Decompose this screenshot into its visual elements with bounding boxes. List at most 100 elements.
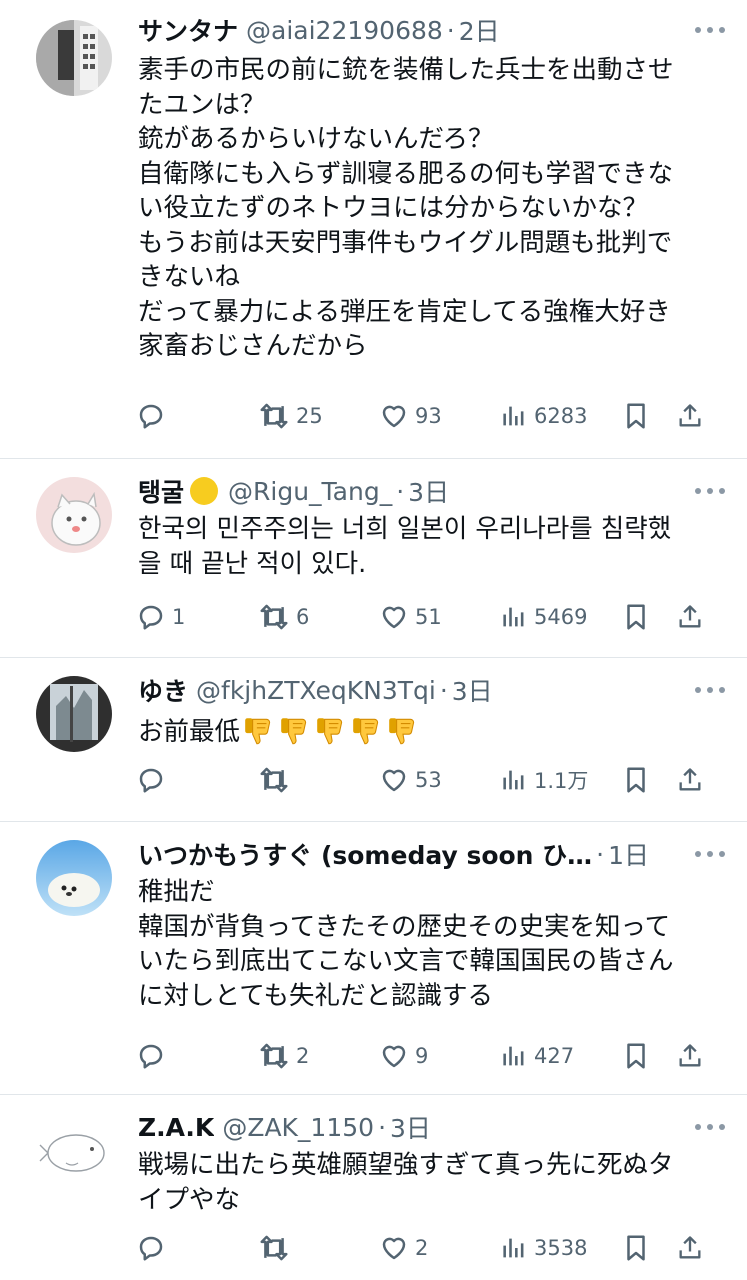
thumbs-down-emoji (281, 718, 307, 745)
retweet-icon (260, 767, 288, 793)
share-button[interactable] (676, 760, 704, 800)
views-icon (503, 406, 524, 426)
action-bar: 2 9 427 (136, 1036, 716, 1076)
bookmark-icon (627, 1043, 645, 1069)
share-icon (679, 768, 701, 791)
more-icon[interactable] (695, 1117, 725, 1137)
views-icon (503, 770, 524, 790)
timestamp[interactable]: 3日 (390, 1109, 431, 1145)
thumbs-down-emoji (317, 718, 343, 745)
like-count: 9 (415, 1044, 429, 1068)
action-bar: 25 93 6283 (136, 396, 716, 436)
avatar[interactable] (36, 1113, 112, 1189)
share-button[interactable] (676, 1036, 704, 1076)
bookmark-button[interactable] (623, 1228, 649, 1268)
handle[interactable]: @fkjhZTXeqKN3Tqi (196, 676, 436, 705)
bookmark-button[interactable] (623, 760, 649, 800)
avatar[interactable] (36, 840, 112, 916)
views-button[interactable]: 5469 (500, 597, 587, 637)
views-button[interactable]: 6283 (500, 396, 587, 436)
views-icon (503, 1046, 524, 1066)
more-icon[interactable] (695, 680, 725, 700)
retweet-icon (260, 1235, 288, 1261)
retweet-icon (260, 604, 288, 630)
like-count: 51 (415, 605, 442, 629)
bookmark-button[interactable] (623, 396, 649, 436)
share-button[interactable] (676, 597, 704, 637)
like-count: 93 (415, 404, 442, 428)
display-name[interactable]: Z.A.K (138, 1113, 214, 1142)
views-button[interactable]: 1.1万 (500, 760, 588, 800)
like-button[interactable]: 2 (379, 1228, 428, 1268)
avatar[interactable] (36, 477, 112, 553)
like-button[interactable]: 51 (379, 597, 442, 637)
reply-button[interactable]: 1 (136, 597, 185, 637)
display-name[interactable]: ゆき (138, 672, 188, 708)
display-name[interactable]: 탱굴 (138, 473, 184, 509)
reply-icon (139, 1044, 163, 1069)
retweet-button[interactable]: 2 (258, 1036, 309, 1076)
timestamp[interactable]: 2日 (459, 12, 500, 48)
share-button[interactable] (676, 396, 704, 436)
more-icon[interactable] (695, 20, 725, 40)
retweet-button[interactable] (258, 760, 296, 800)
reply-button[interactable] (136, 1036, 172, 1076)
tweet[interactable]: Z.A.K @ZAK_1150 · 3日 戦場に出たら英雄願望強すぎて真っ先に死… (0, 1095, 747, 1280)
retweet-button[interactable]: 6 (258, 597, 309, 637)
like-button[interactable]: 9 (379, 1036, 428, 1076)
views-icon (503, 1238, 524, 1258)
action-bar: 1 6 51 5469 (136, 597, 716, 637)
tweet[interactable]: いつかもうすぐ (someday soon ひ… · 1日 稚拙だ 韓国が背負っ… (0, 822, 747, 1094)
reply-icon (139, 768, 163, 793)
reply-count: 1 (172, 605, 186, 629)
tweet-text: お前最低 (138, 714, 718, 750)
views-button[interactable]: 427 (500, 1036, 574, 1076)
reply-button[interactable] (136, 760, 172, 800)
thumbs-down-emoji (245, 718, 271, 745)
timestamp[interactable]: 3日 (408, 473, 449, 509)
thumbs-down-emoji (389, 718, 415, 745)
like-button[interactable]: 93 (379, 396, 442, 436)
view-count: 6283 (534, 404, 588, 428)
timestamp[interactable]: 3日 (452, 672, 493, 708)
more-icon[interactable] (695, 481, 725, 501)
retweet-button[interactable] (258, 1228, 296, 1268)
like-icon (382, 606, 406, 629)
share-icon (679, 1236, 701, 1259)
bookmark-icon (627, 1235, 645, 1261)
yellow-circle-emoji (190, 477, 219, 505)
tweet[interactable]: 탱굴 @Rigu_Tang_ · 3日 한국의 민주주의는 너희 일본이 우리나… (0, 459, 747, 657)
tweet[interactable]: ゆき @fkjhZTXeqKN3Tqi · 3日 お前最低 53 1.1万 (0, 658, 747, 821)
bookmark-icon (627, 604, 645, 630)
like-count: 53 (415, 768, 442, 792)
timestamp[interactable]: 1日 (608, 836, 649, 872)
handle[interactable]: @aiai22190688 (246, 16, 443, 45)
retweet-icon (260, 1043, 288, 1069)
bookmark-icon (627, 403, 645, 429)
share-icon (679, 605, 701, 628)
share-icon (679, 1044, 701, 1067)
bookmark-button[interactable] (623, 1036, 649, 1076)
reply-icon (139, 1236, 163, 1261)
tweet-text: 稚拙だ 韓国が背負ってきたその歴史その史実を知って いたら到底出てこない文言で韓… (138, 877, 674, 1011)
display-name[interactable]: サンタナ (138, 12, 238, 48)
reply-button[interactable] (136, 396, 172, 436)
view-count: 3538 (534, 1236, 588, 1260)
views-button[interactable]: 3538 (500, 1228, 587, 1268)
share-button[interactable] (676, 1228, 704, 1268)
more-icon[interactable] (695, 844, 725, 864)
handle[interactable]: @Rigu_Tang_ (228, 477, 392, 506)
bookmark-button[interactable] (623, 597, 649, 637)
retweet-count: 25 (296, 404, 323, 428)
display-name[interactable]: いつかもうすぐ (someday soon ひ… (138, 836, 592, 872)
view-count: 1.1万 (534, 769, 589, 793)
retweet-button[interactable]: 25 (258, 396, 323, 436)
reply-button[interactable] (136, 1228, 172, 1268)
avatar[interactable] (36, 20, 112, 96)
thumbs-down-emoji (353, 718, 379, 745)
views-icon (503, 607, 524, 627)
avatar[interactable] (36, 676, 112, 752)
handle[interactable]: @ZAK_1150 (222, 1113, 374, 1142)
tweet[interactable]: サンタナ @aiai22190688 · 2日 素手の市民の前に銃を装備した兵士… (0, 0, 747, 458)
like-button[interactable]: 53 (379, 760, 442, 800)
